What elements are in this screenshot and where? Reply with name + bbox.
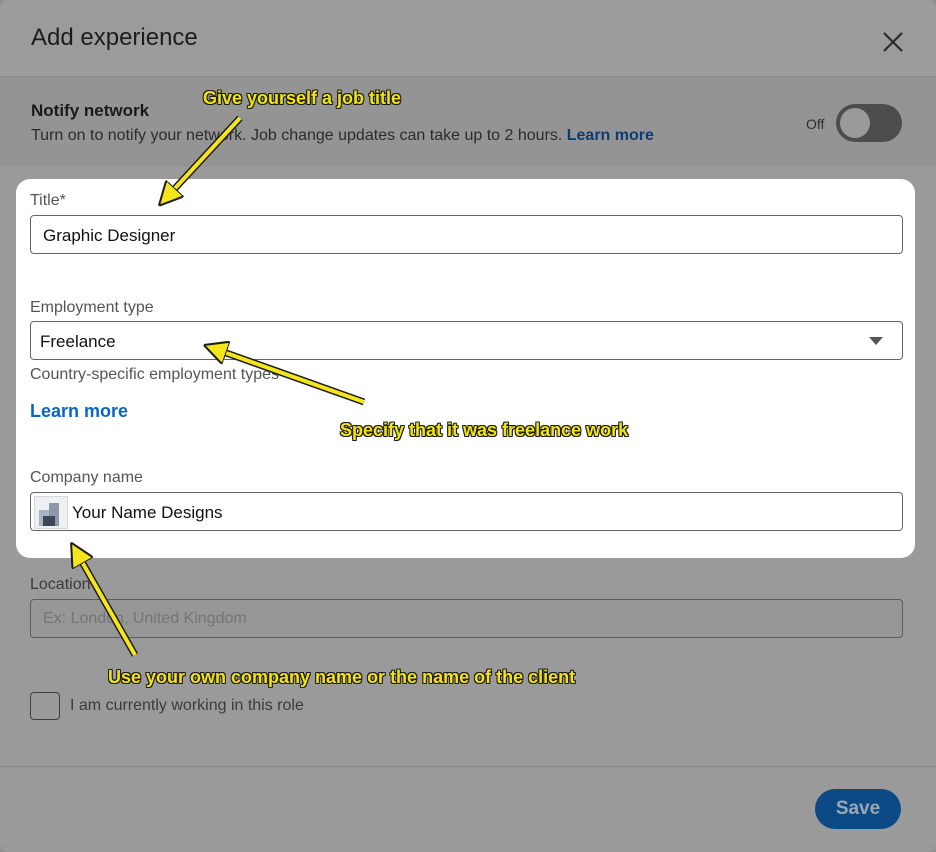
employment-type-value: Freelance (40, 332, 116, 351)
title-label: Title* (30, 192, 66, 209)
annotation-company: Use your own company name or the name of… (108, 667, 576, 687)
location-label: Location (30, 576, 91, 593)
employment-type-label: Employment type (30, 299, 154, 316)
title-input-value: Graphic Designer (43, 226, 176, 245)
notify-description-text: Turn on to notify your network. Job chan… (31, 127, 563, 144)
annotation-employment: Specify that it was freelance work (340, 420, 629, 440)
notify-network-title: Notify network (31, 101, 150, 120)
notify-learn-more-link[interactable]: Learn more (567, 127, 654, 144)
current-role-checkbox[interactable] (30, 692, 60, 720)
notify-toggle-state: Off (806, 116, 825, 132)
current-role-label: I am currently working in this role (70, 697, 304, 714)
notify-network-toggle[interactable] (836, 104, 902, 142)
footer-divider (0, 766, 936, 767)
save-button[interactable]: Save (815, 789, 901, 829)
employment-learn-more-link[interactable]: Learn more (30, 401, 128, 422)
company-logo-icon (34, 496, 68, 529)
modal-header: Add experience (0, 0, 936, 77)
employment-type-hint: Country-specific employment types (30, 366, 279, 383)
company-name-input[interactable]: Your Name Designs (30, 492, 903, 531)
employment-type-select[interactable]: Freelance (30, 321, 903, 360)
notify-network-section: Notify network Turn on to notify your ne… (0, 77, 936, 167)
close-icon[interactable] (878, 27, 908, 57)
modal-title: Add experience (31, 24, 198, 51)
toggle-knob (840, 108, 870, 138)
annotation-title: Give yourself a job title (203, 88, 402, 108)
notify-network-description: Turn on to notify your network. Job chan… (31, 127, 654, 145)
location-input[interactable] (30, 599, 903, 638)
company-name-label: Company name (30, 469, 143, 486)
company-name-value: Your Name Designs (72, 503, 223, 522)
title-input[interactable]: Graphic Designer (30, 215, 903, 254)
chevron-down-icon (869, 337, 883, 345)
highlighted-form-card: Title* Graphic Designer Employment type … (16, 179, 915, 558)
